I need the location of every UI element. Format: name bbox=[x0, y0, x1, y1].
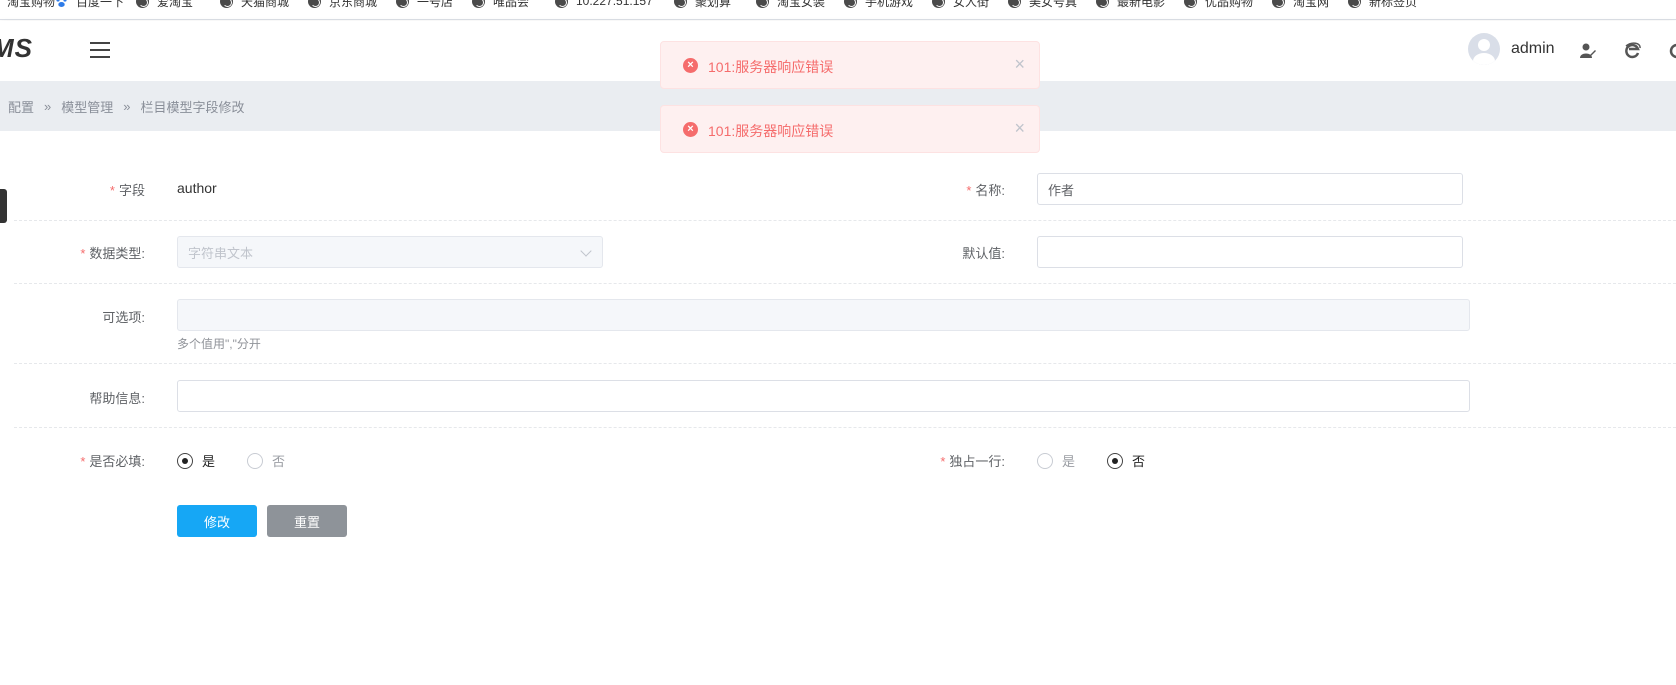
user-edit-icon[interactable] bbox=[1579, 42, 1597, 60]
radio-unchecked-icon bbox=[1037, 452, 1053, 469]
bookmark-item[interactable]: 唯品会 bbox=[472, 0, 529, 11]
bookmark-item[interactable]: 手机游戏 bbox=[844, 0, 913, 11]
bookmark-item[interactable]: 美女号真 bbox=[1008, 0, 1077, 11]
globe-icon bbox=[555, 0, 568, 8]
breadcrumb-separator-icon: » bbox=[44, 99, 52, 114]
side-collapse-tab[interactable] bbox=[0, 189, 7, 223]
globe-icon bbox=[136, 0, 149, 8]
breadcrumb-item[interactable]: 模型管理 bbox=[61, 97, 113, 116]
bookmark-item[interactable]: 淘宝网 bbox=[1272, 0, 1329, 11]
single-row-yes-radio[interactable]: 是 bbox=[1037, 451, 1075, 470]
toast-message: 101:服务器响应错误 bbox=[708, 59, 834, 75]
power-icon[interactable] bbox=[1668, 42, 1676, 60]
reset-button[interactable]: 重置 bbox=[267, 505, 347, 537]
globe-icon bbox=[932, 0, 945, 8]
avatar[interactable] bbox=[1468, 33, 1500, 65]
row-divider bbox=[14, 220, 1676, 221]
field-label: * 字段 bbox=[109, 183, 145, 198]
help-label: 帮助信息: bbox=[89, 391, 145, 406]
submit-button[interactable]: 修改 bbox=[177, 505, 257, 537]
bookmark-item[interactable]: 女人街 bbox=[932, 0, 989, 11]
name-label: * 名称: bbox=[966, 183, 1005, 198]
app-logo: MS bbox=[0, 33, 33, 63]
bookmark-item[interactable]: 优品购物 bbox=[1184, 0, 1253, 11]
required-label: * 是否必填: bbox=[80, 454, 145, 469]
radio-checked-icon bbox=[177, 452, 193, 469]
bookmarks-bar: 淘宝购物 百度一下 爱淘宝 天猫商城 京东商城 一号店 唯品会 10.227.5… bbox=[0, 0, 1676, 20]
globe-icon bbox=[1096, 0, 1109, 8]
globe-icon bbox=[1184, 0, 1197, 8]
bookmark-item[interactable]: 新标签页 bbox=[1348, 0, 1417, 11]
close-icon[interactable]: × bbox=[1014, 55, 1025, 73]
close-icon[interactable]: × bbox=[1014, 119, 1025, 137]
single-row-label: * 独占一行: bbox=[940, 454, 1005, 469]
chevron-down-icon bbox=[580, 245, 592, 257]
default-label: 默认值: bbox=[962, 246, 1005, 261]
globe-icon bbox=[1008, 0, 1021, 8]
breadcrumb: 配置 » 模型管理 » 栏目模型字段修改 bbox=[8, 97, 245, 116]
error-toast: × 101:服务器响应错误 × bbox=[660, 41, 1040, 89]
baidu-paw-icon bbox=[55, 0, 68, 8]
help-info-input[interactable] bbox=[177, 380, 1470, 412]
globe-icon bbox=[220, 0, 233, 8]
required-yes-radio[interactable]: 是 bbox=[177, 451, 215, 470]
username[interactable]: admin bbox=[1511, 40, 1555, 58]
breadcrumb-separator-icon: » bbox=[123, 99, 131, 114]
name-input[interactable]: 作者 bbox=[1037, 173, 1463, 205]
menu-toggle-icon[interactable] bbox=[90, 42, 110, 58]
row-divider bbox=[14, 283, 1676, 284]
radio-checked-icon bbox=[1107, 452, 1123, 469]
options-input[interactable] bbox=[177, 299, 1470, 331]
bookmark-item[interactable]: 百度一下 bbox=[55, 0, 124, 11]
browser-e-icon[interactable] bbox=[1624, 42, 1642, 60]
datatype-label: * 数据类型: bbox=[80, 246, 145, 261]
breadcrumb-item[interactable]: 配置 bbox=[8, 97, 34, 116]
globe-icon bbox=[844, 0, 857, 8]
bookmark-item[interactable]: 一号店 bbox=[396, 0, 453, 11]
bookmark-item[interactable]: 最新电影 bbox=[1096, 0, 1165, 11]
single-row-no-radio[interactable]: 否 bbox=[1107, 451, 1145, 470]
bookmark-item[interactable]: 淘宝购物 bbox=[0, 0, 55, 11]
bookmark-item[interactable]: 10.227.51.157 bbox=[555, 0, 653, 11]
default-value-input[interactable] bbox=[1037, 236, 1463, 268]
globe-icon bbox=[472, 0, 485, 8]
options-label: 可选项: bbox=[102, 310, 145, 325]
error-circle-icon: × bbox=[683, 58, 698, 73]
globe-icon bbox=[308, 0, 321, 8]
globe-icon bbox=[1348, 0, 1361, 8]
datatype-select[interactable]: 字符串文本 bbox=[177, 236, 603, 268]
radio-unchecked-icon bbox=[247, 452, 263, 469]
globe-icon bbox=[1272, 0, 1285, 8]
globe-icon bbox=[674, 0, 687, 8]
required-no-radio[interactable]: 否 bbox=[247, 451, 285, 470]
row-divider bbox=[14, 363, 1676, 364]
field-value: author bbox=[177, 180, 217, 196]
error-circle-icon: × bbox=[683, 122, 698, 137]
bookmark-item[interactable]: 聚划算 bbox=[674, 0, 731, 11]
bookmark-item[interactable]: 京东商城 bbox=[308, 0, 377, 11]
bookmark-item[interactable]: 爱淘宝 bbox=[136, 0, 193, 11]
error-toast: × 101:服务器响应错误 × bbox=[660, 105, 1040, 153]
row-divider bbox=[14, 427, 1676, 428]
globe-icon bbox=[396, 0, 409, 8]
bookmark-item[interactable]: 天猫商城 bbox=[220, 0, 289, 11]
globe-icon bbox=[756, 0, 769, 8]
bookmark-item[interactable]: 淘宝女装 bbox=[756, 0, 825, 11]
breadcrumb-item-current: 栏目模型字段修改 bbox=[140, 100, 245, 115]
toast-message: 101:服务器响应错误 bbox=[708, 123, 834, 139]
options-hint: 多个值用","分开 bbox=[177, 337, 261, 351]
